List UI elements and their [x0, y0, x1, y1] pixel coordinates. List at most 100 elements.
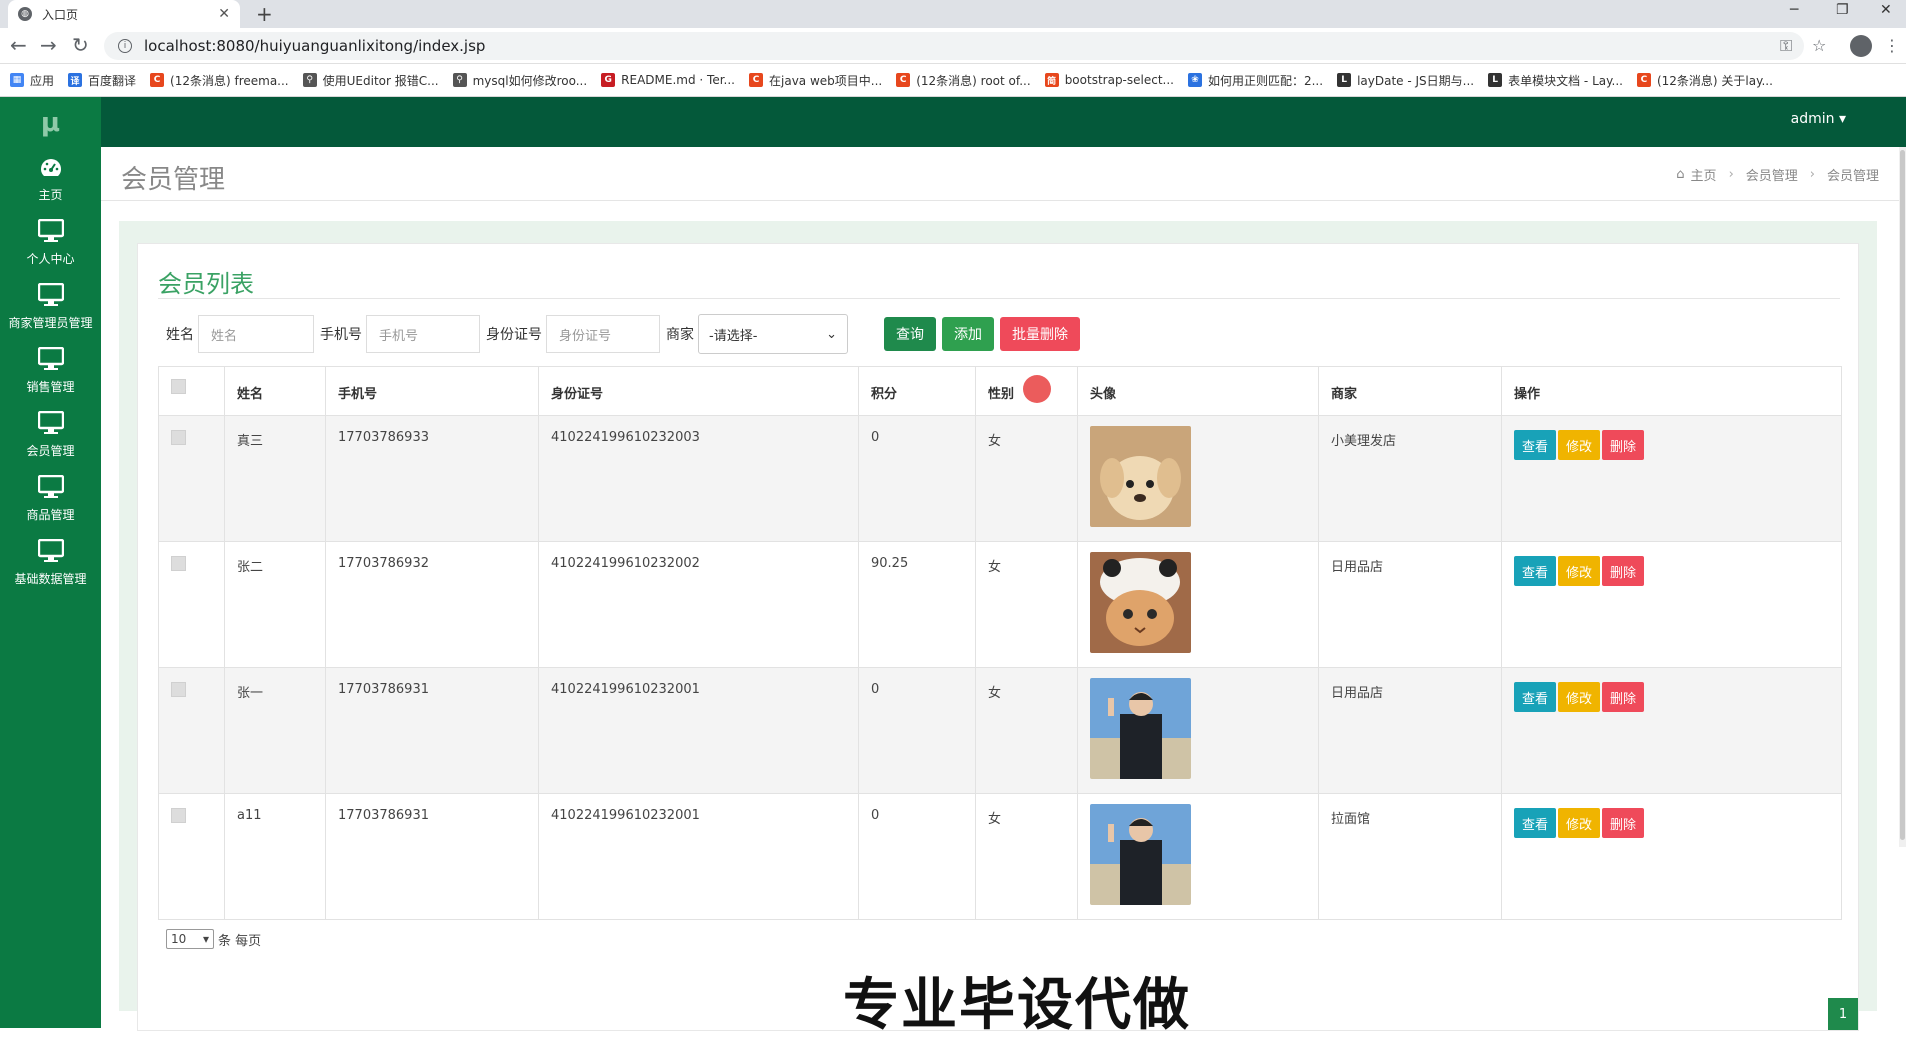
monitor-icon — [37, 410, 64, 438]
bookmark-icon: L — [1337, 73, 1352, 87]
bookmark-icon: C — [150, 73, 165, 87]
back-icon[interactable]: ← — [10, 34, 27, 56]
restore-icon[interactable]: ❐ — [1836, 2, 1849, 18]
bookmark-label: 百度翻译 — [88, 73, 137, 88]
edit-button[interactable]: 修改 — [1558, 556, 1601, 586]
bookmark-item[interactable]: ▦ 应用 — [10, 72, 54, 89]
cell-gender: 女 — [988, 812, 1002, 827]
bookmark-item[interactable]: C (12条消息) 关于lay... — [1636, 72, 1773, 89]
breadcrumb-level2: 会员管理 — [1826, 169, 1879, 184]
breadcrumb-home[interactable]: 主页 — [1691, 165, 1717, 184]
table-cell: 0 — [858, 667, 976, 794]
batch-delete-button[interactable]: 批量删除 — [1000, 317, 1080, 351]
bookmark-item[interactable]: LlayDate - JS日期与... — [1337, 72, 1474, 89]
delete-button[interactable]: 删除 — [1602, 682, 1645, 712]
page-1-button[interactable]: 1 — [1828, 998, 1858, 1030]
sidebar-item-基础数据管理[interactable]: 基础数据管理 — [0, 531, 101, 595]
bookmark-icon: ❀ — [1187, 73, 1202, 87]
cell-points: 0 — [871, 808, 880, 823]
bookmark-item[interactable]: ⚲ 使用UEditor 报错C... — [302, 72, 439, 89]
home-icon: ⌂ — [1676, 167, 1685, 182]
select-all-checkbox[interactable] — [171, 379, 186, 394]
sidebar: μ 主页 个人中心 商家管理员管理 销售管理 会员管理 商品管理 基础数据管理 — [0, 97, 101, 1028]
edit-button[interactable]: 修改 — [1558, 682, 1601, 712]
cell-shop: 小美理发店 — [1331, 434, 1397, 449]
close-tab-icon[interactable]: ✕ — [218, 6, 230, 22]
browser-tab-bar: ◍ 入口页 ✕ + ─ ❐ ✕ — [0, 0, 1906, 28]
sidebar-item-label: 商家管理员管理 — [8, 316, 93, 330]
delete-button[interactable]: 删除 — [1602, 430, 1645, 460]
col-name: 姓名 — [224, 366, 326, 416]
minimize-icon[interactable]: ─ — [1790, 2, 1798, 18]
profile-avatar[interactable] — [1850, 35, 1872, 57]
page-header: 会员管理 ⌂ 主页 › 会员管理 › 会员管理 — [101, 147, 1899, 201]
url-field[interactable]: i localhost:8080/huiyuanguanlixitong/ind… — [104, 32, 1804, 60]
row-checkbox[interactable] — [171, 430, 186, 445]
name-input[interactable]: 姓名 — [198, 315, 314, 353]
bookmark-item[interactable]: C 在java web项目中... — [749, 72, 882, 89]
edit-button[interactable]: 修改 — [1558, 808, 1601, 838]
row-checkbox[interactable] — [171, 808, 186, 823]
bookmark-item[interactable]: C (12条消息) freema... — [150, 72, 289, 89]
reload-icon[interactable]: ↻ — [72, 34, 89, 56]
bookmark-label: README.md · Ter... — [621, 73, 735, 87]
menu-dots-icon[interactable]: ⋮ — [1884, 36, 1900, 55]
col-idcard: 身份证号 — [538, 366, 859, 416]
sidebar-item-销售管理[interactable]: 销售管理 — [0, 339, 101, 403]
bookmark-item[interactable]: 译百度翻译 — [68, 72, 136, 89]
cell-phone: 17703786933 — [338, 430, 429, 445]
monitor-icon — [37, 474, 64, 502]
sidebar-item-商品管理[interactable]: 商品管理 — [0, 467, 101, 531]
phone-input[interactable]: 手机号 — [366, 315, 480, 353]
breadcrumb-level1[interactable]: 会员管理 — [1746, 165, 1798, 184]
bookmark-item[interactable]: ⚲ mysql如何修改roo... — [452, 72, 587, 89]
view-button[interactable]: 查看 — [1514, 682, 1557, 712]
delete-button[interactable]: 删除 — [1602, 556, 1645, 586]
bookmark-item[interactable]: G README.md · Ter... — [601, 73, 735, 87]
idcard-input[interactable]: 身份证号 — [546, 315, 660, 353]
edit-button[interactable]: 修改 — [1558, 430, 1601, 460]
sidebar-item-主页[interactable]: 主页 — [0, 149, 101, 211]
new-tab-icon[interactable]: + — [256, 2, 273, 26]
table-cell: 17703786931 — [325, 793, 539, 920]
shop-select-value: -请选择- — [709, 328, 758, 344]
globe-icon: ◍ — [18, 7, 32, 21]
cell-points: 90.25 — [871, 556, 909, 571]
bookmark-icon: C — [1636, 73, 1651, 87]
sidebar-item-个人中心[interactable]: 个人中心 — [0, 211, 101, 275]
user-menu[interactable]: admin ▾ — [1791, 111, 1846, 127]
bookmark-item[interactable]: L 表单模块文档 - Lay... — [1488, 72, 1623, 89]
key-icon[interactable]: ⚿ — [1780, 36, 1792, 56]
star-icon[interactable]: ☆ — [1812, 36, 1826, 55]
shop-select[interactable]: -请选择- ⌄ — [698, 314, 848, 354]
view-button[interactable]: 查看 — [1514, 808, 1557, 838]
row-checkbox[interactable] — [171, 682, 186, 697]
query-button[interactable]: 查询 — [884, 317, 936, 351]
sidebar-item-商家管理员管理[interactable]: 商家管理员管理 — [0, 275, 101, 339]
member-table: 姓名 手机号 身份证号 积分 性别 头像 商家 操作 真三 17703786933… — [158, 366, 1842, 920]
site-info-icon[interactable]: i — [118, 39, 132, 53]
cell-shop: 日用品店 — [1331, 686, 1384, 701]
add-button[interactable]: 添加 — [942, 317, 994, 351]
sidebar-item-会员管理[interactable]: 会员管理 — [0, 403, 101, 467]
view-button[interactable]: 查看 — [1514, 556, 1557, 586]
bookmark-item[interactable]: ❀ 如何用正则匹配：2... — [1187, 72, 1323, 89]
table-cell: 17703786932 — [325, 541, 539, 668]
table-cell: 17703786931 — [325, 667, 539, 794]
bookmark-item[interactable]: C (12条消息) root of... — [896, 72, 1031, 89]
table-header-row: 姓名 手机号 身份证号 积分 性别 头像 商家 操作 — [158, 366, 1842, 416]
col-points: 积分 — [858, 366, 976, 416]
browser-tab[interactable]: ◍ 入口页 ✕ — [8, 0, 240, 28]
idcard-label: 身份证号 — [486, 327, 542, 343]
cell-phone: 17703786932 — [338, 556, 429, 571]
close-window-icon[interactable]: ✕ — [1880, 2, 1892, 18]
view-button[interactable]: 查看 — [1514, 430, 1557, 460]
forward-icon[interactable]: → — [40, 34, 57, 56]
scrollbar-thumb[interactable] — [1900, 150, 1905, 840]
table-cell: 女 — [975, 541, 1078, 668]
row-checkbox[interactable] — [171, 556, 186, 571]
page-size-select[interactable]: 10 ▾ — [166, 929, 214, 949]
bookmark-item[interactable]: 简 bootstrap-select... — [1044, 73, 1174, 87]
cell-idcard: 410224199610232003 — [551, 430, 700, 445]
delete-button[interactable]: 删除 — [1602, 808, 1645, 838]
